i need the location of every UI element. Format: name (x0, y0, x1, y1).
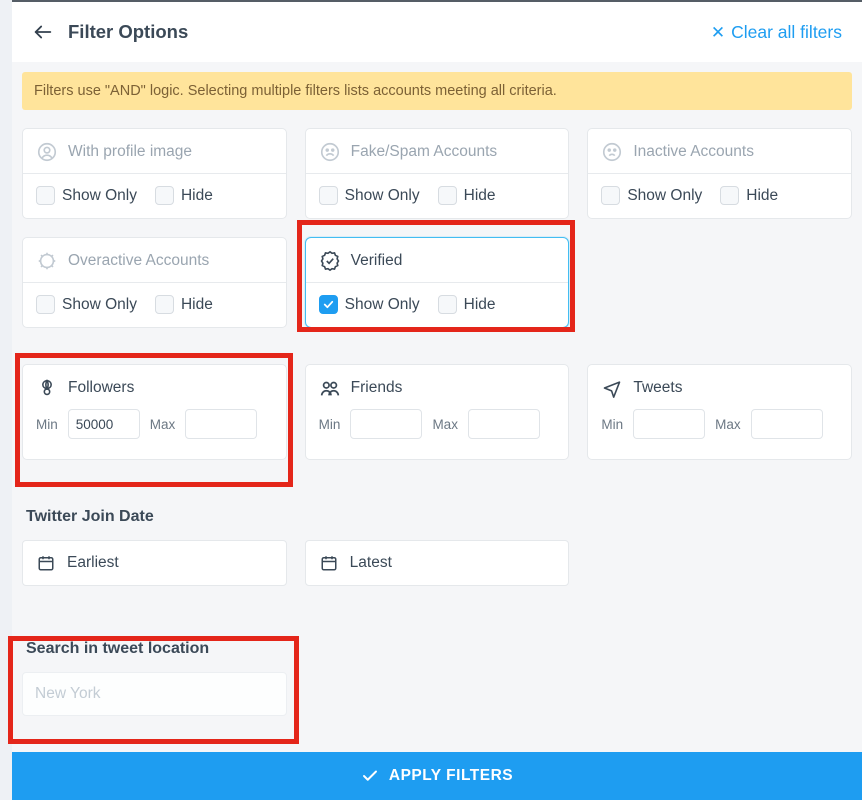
filter-friends-card: Friends Min Max (305, 364, 570, 460)
inactive-hide[interactable]: Hide (720, 186, 778, 205)
friends-min-input[interactable] (350, 409, 422, 439)
apply-label: APPLY FILTERS (389, 767, 513, 785)
friends-label: Friends (351, 379, 403, 397)
filter-verified-card: Verified Show Only Hide (305, 237, 570, 328)
followers-max-label: Max (150, 417, 176, 432)
page-title: Filter Options (68, 21, 188, 43)
calendar-icon (37, 554, 55, 572)
followers-label: Followers (68, 379, 134, 397)
verified-show-only[interactable]: Show Only (319, 295, 420, 314)
followers-max-input[interactable] (185, 409, 257, 439)
panel-header: Filter Options ✕ Clear all filters (12, 2, 862, 62)
filter-fake-spam-label: Fake/Spam Accounts (351, 143, 497, 161)
join-date-latest[interactable]: Latest (305, 540, 570, 586)
fake-spam-show-only[interactable]: Show Only (319, 186, 420, 205)
calendar-icon (320, 554, 338, 572)
tweets-max-input[interactable] (751, 409, 823, 439)
location-input[interactable] (22, 672, 287, 716)
profile-icon (36, 141, 58, 163)
followers-min-label: Min (36, 417, 58, 432)
inactive-show-only[interactable]: Show Only (601, 186, 702, 205)
latest-label: Latest (350, 554, 392, 572)
filter-overactive-card: Overactive Accounts Show Only Hide (22, 237, 287, 328)
filter-verified-label: Verified (351, 252, 403, 270)
filter-followers-card: Followers Min Max (22, 364, 287, 460)
location-title: Search in tweet location (26, 640, 852, 658)
tweets-label: Tweets (633, 379, 682, 397)
filter-inactive-label: Inactive Accounts (633, 143, 754, 161)
check-icon (361, 767, 379, 785)
followers-min-input[interactable] (68, 409, 140, 439)
profile-image-show-only[interactable]: Show Only (36, 186, 137, 205)
join-date-earliest[interactable]: Earliest (22, 540, 287, 586)
filter-overactive-label: Overactive Accounts (68, 252, 209, 270)
apply-filters-button[interactable]: APPLY FILTERS (12, 752, 862, 800)
verified-hide[interactable]: Hide (438, 295, 496, 314)
profile-image-hide[interactable]: Hide (155, 186, 213, 205)
spam-icon (319, 141, 341, 163)
back-button[interactable] (32, 21, 54, 43)
friends-icon (319, 377, 341, 399)
clear-all-filters[interactable]: ✕ Clear all filters (711, 22, 842, 43)
close-icon: ✕ (711, 24, 725, 41)
tweets-icon (601, 377, 623, 399)
filter-fake-spam-card: Fake/Spam Accounts Show Only Hide (305, 128, 570, 219)
info-bar: Filters use "AND" logic. Selecting multi… (22, 72, 852, 110)
overactive-show-only[interactable]: Show Only (36, 295, 137, 314)
overactive-hide[interactable]: Hide (155, 295, 213, 314)
overactive-icon (36, 250, 58, 272)
friends-max-input[interactable] (468, 409, 540, 439)
filter-profile-image-label: With profile image (68, 143, 192, 161)
verified-icon (319, 250, 341, 272)
checkbox-checked-icon (319, 295, 338, 314)
tweets-min-input[interactable] (633, 409, 705, 439)
clear-label: Clear all filters (731, 22, 842, 43)
earliest-label: Earliest (67, 554, 119, 572)
fake-spam-hide[interactable]: Hide (438, 186, 496, 205)
inactive-icon (601, 141, 623, 163)
join-date-title: Twitter Join Date (26, 508, 852, 526)
followers-icon (36, 377, 58, 399)
filter-inactive-card: Inactive Accounts Show Only Hide (587, 128, 852, 219)
filter-tweets-card: Tweets Min Max (587, 364, 852, 460)
filter-profile-image-card: With profile image Show Only Hide (22, 128, 287, 219)
